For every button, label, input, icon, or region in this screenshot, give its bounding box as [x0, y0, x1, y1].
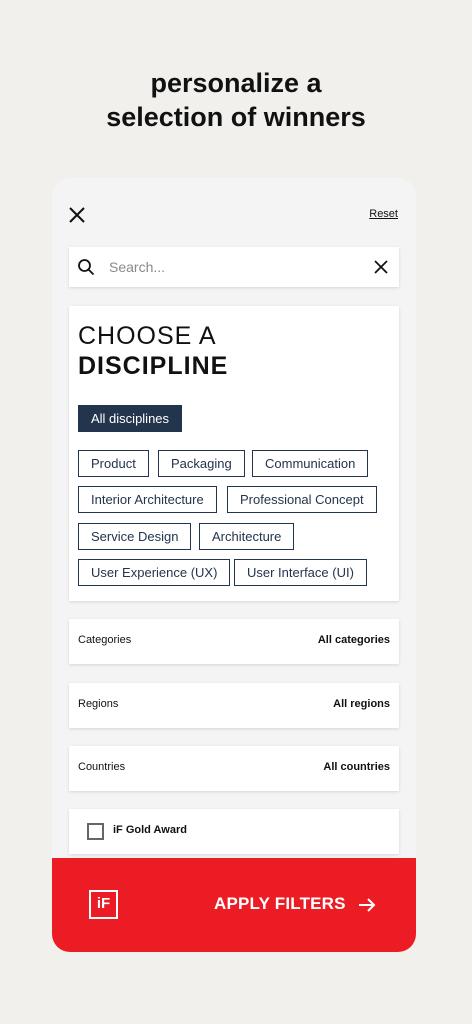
chip-interior-architecture[interactable]: Interior Architecture — [78, 486, 217, 513]
chip-all-disciplines[interactable]: All disciplines — [78, 405, 183, 432]
apply-filters-label: APPLY FILTERS — [214, 894, 346, 913]
search-input[interactable] — [109, 255, 359, 279]
gold-award-checkbox[interactable] — [87, 823, 104, 840]
chip-user-interface[interactable]: User Interface (UI) — [234, 559, 367, 586]
filter-panel: Reset CHOOSE A DISCIPLINE All discipline… — [52, 178, 416, 952]
chip-professional-concept[interactable]: Professional Concept — [227, 486, 377, 513]
chip-communication[interactable]: Communication — [252, 450, 369, 477]
chip-packaging[interactable]: Packaging — [158, 450, 245, 477]
discipline-title-line-2: DISCIPLINE — [78, 352, 229, 380]
close-icon[interactable] — [66, 204, 88, 226]
filter-label: Categories — [78, 634, 132, 646]
headline: personalize a selection of winners — [0, 66, 472, 134]
gold-award-row[interactable]: iF Gold Award — [69, 809, 399, 854]
arrow-right-icon — [359, 898, 376, 912]
filter-value: All countries — [323, 761, 390, 773]
chip-product[interactable]: Product — [78, 450, 149, 477]
filter-row-regions[interactable]: Regions All regions — [69, 683, 399, 728]
chip-user-experience[interactable]: User Experience (UX) — [78, 559, 231, 586]
chip-service-design[interactable]: Service Design — [78, 523, 192, 550]
chip-architecture[interactable]: Architecture — [199, 523, 295, 550]
headline-line-2: selection of winners — [106, 102, 366, 132]
filter-label: Regions — [78, 698, 119, 710]
discipline-title-line-1: CHOOSE A — [78, 322, 217, 350]
apply-filters-button[interactable]: iF APPLY FILTERS — [52, 858, 416, 952]
filter-value: All regions — [333, 698, 390, 710]
headline-line-1: personalize a — [150, 68, 322, 98]
search-icon — [78, 259, 95, 276]
filter-row-categories[interactable]: Categories All categories — [69, 619, 399, 664]
gold-award-label: iF Gold Award — [113, 824, 187, 836]
search-bar — [69, 247, 399, 287]
reset-link[interactable]: Reset — [369, 208, 398, 220]
filter-label: Countries — [78, 761, 126, 773]
clear-icon[interactable] — [373, 259, 389, 275]
filter-value: All categories — [317, 634, 390, 646]
filter-row-countries[interactable]: Countries All countries — [69, 746, 399, 791]
discipline-card: CHOOSE A DISCIPLINE All disciplines Prod… — [69, 306, 399, 601]
if-logo-icon: iF — [89, 890, 118, 919]
